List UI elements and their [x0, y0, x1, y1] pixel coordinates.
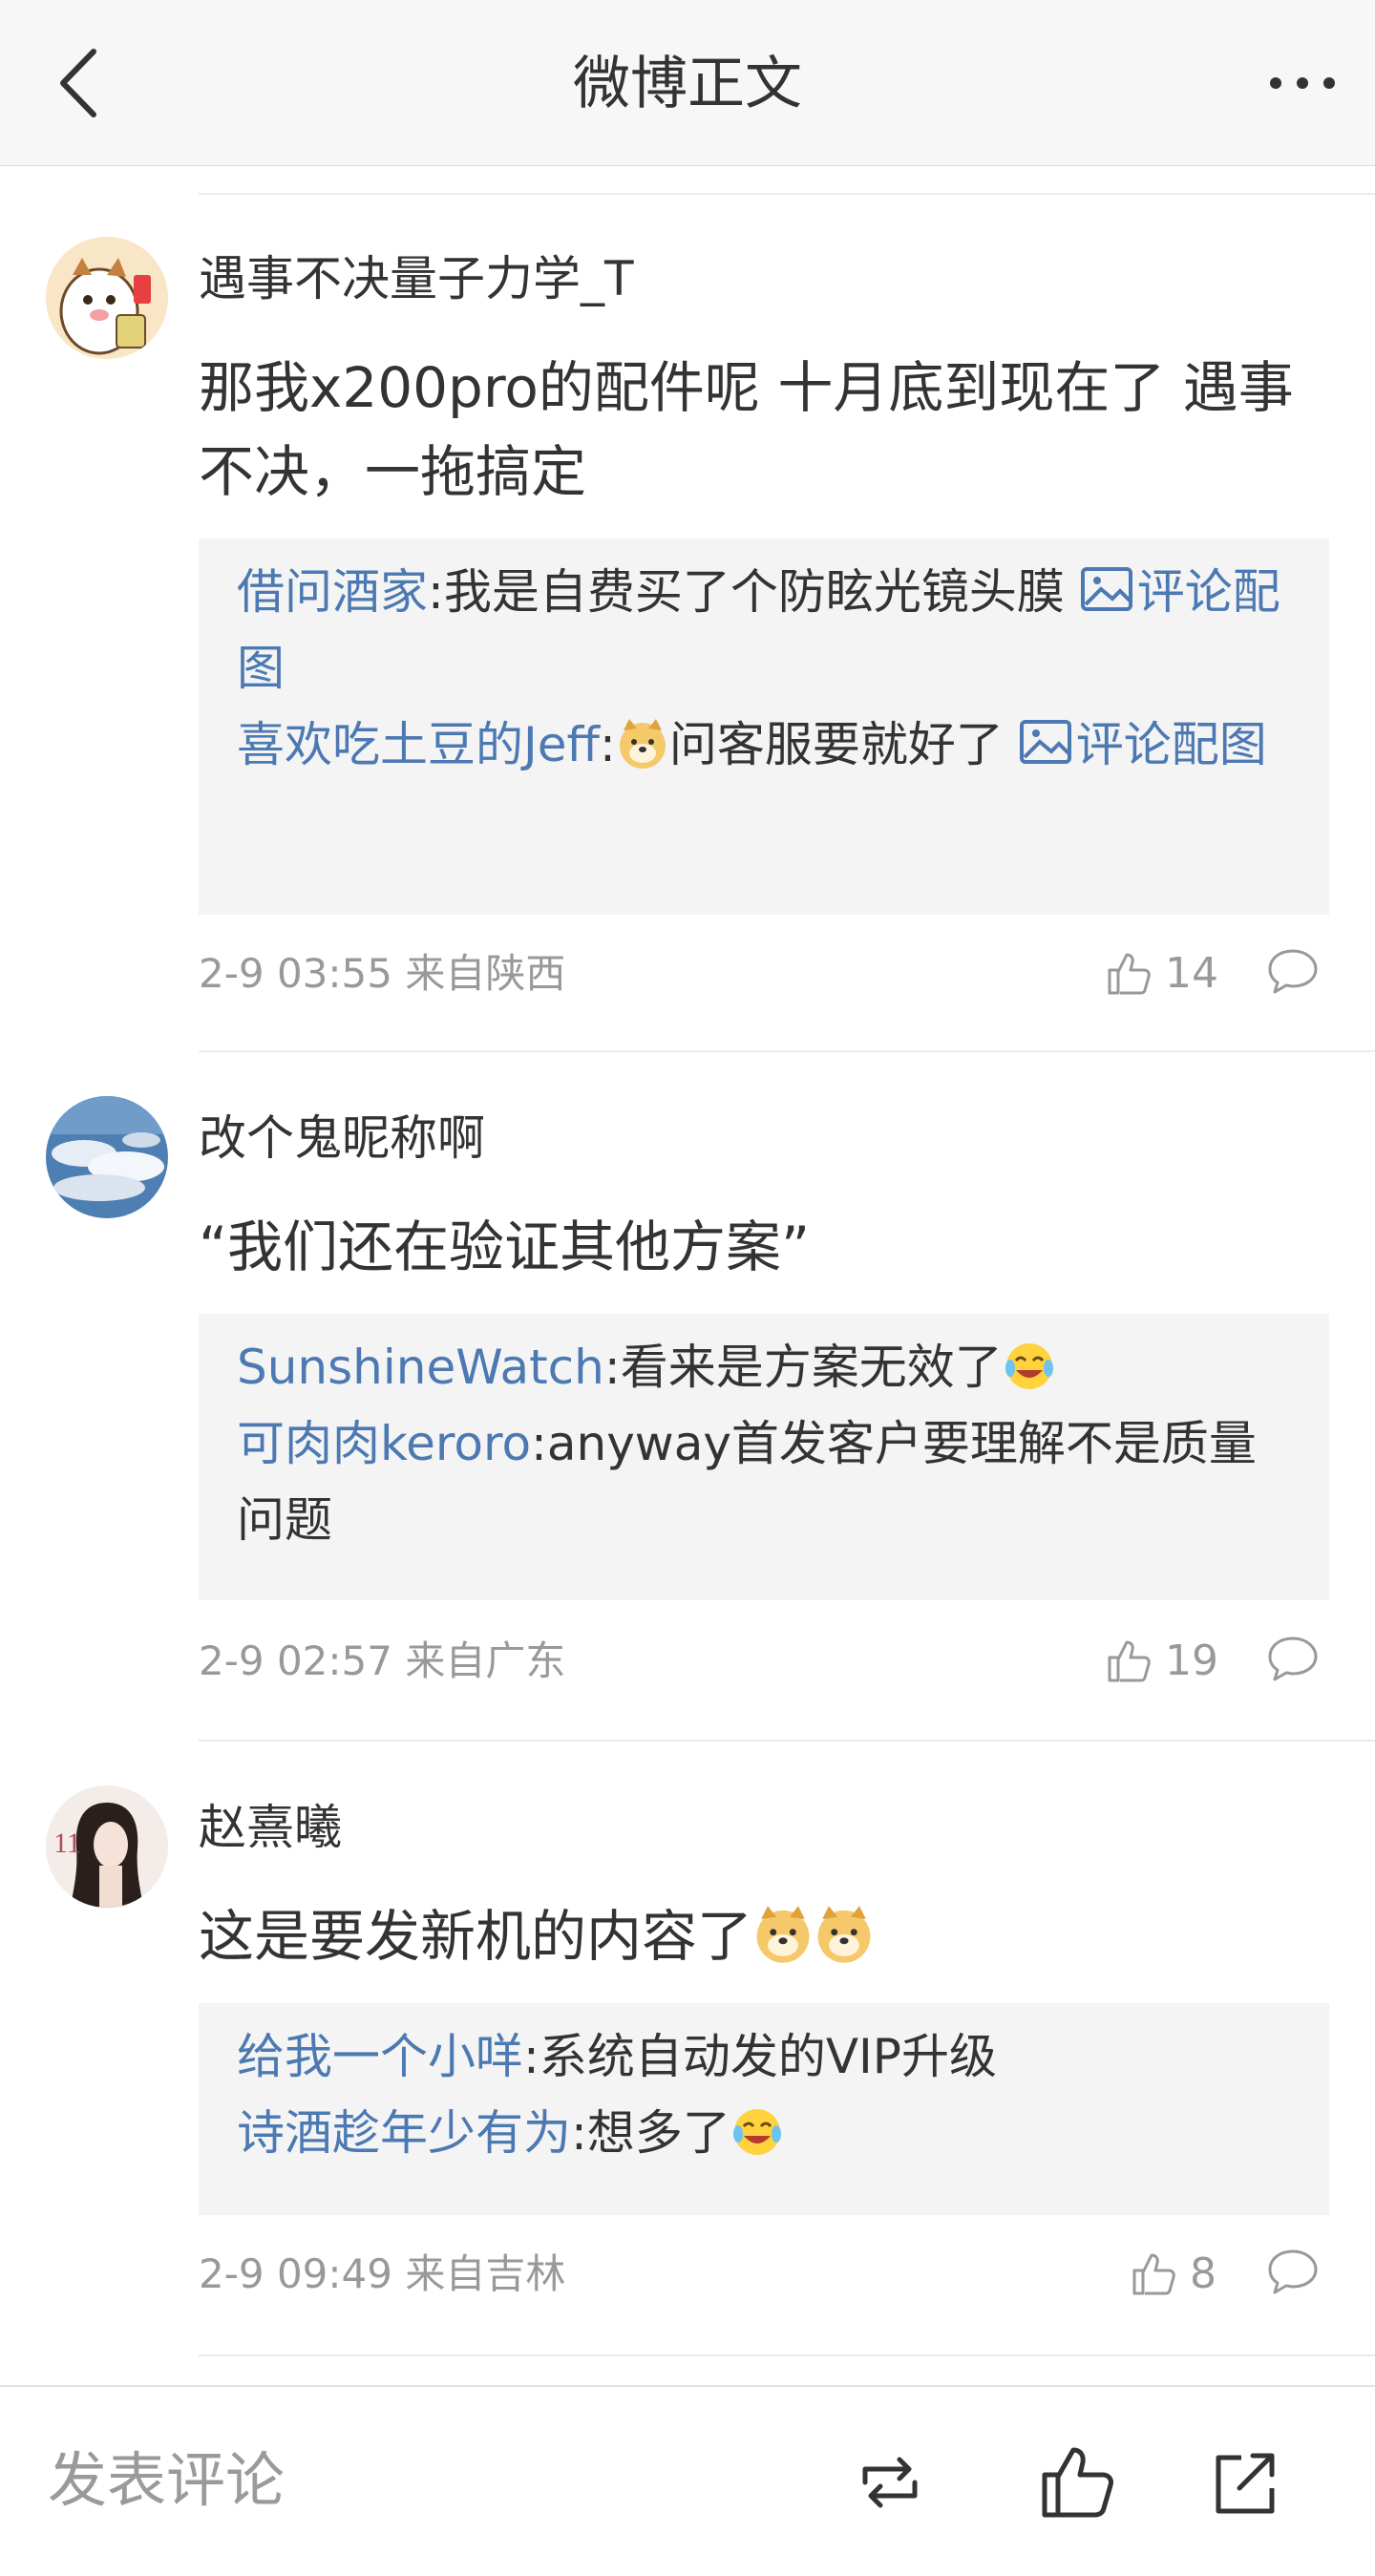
avatar[interactable]: 11 — [46, 1785, 168, 1908]
share-icon — [1216, 2453, 1275, 2514]
comment-text: “我们还在验证其他方案” — [199, 1214, 811, 1279]
repost-button[interactable] — [852, 2444, 928, 2521]
reply-button[interactable] — [1266, 1633, 1323, 1690]
avatar[interactable] — [46, 1096, 168, 1218]
comment-username[interactable]: 改个鬼昵称啊 — [199, 1108, 485, 1169]
reply-box[interactable]: SunshineWatch:看来是方案无效了 可肉肉keroro:anyway首… — [199, 1314, 1329, 1600]
comment-username[interactable]: 赵熹曦 — [199, 1797, 342, 1858]
comment-time: 2-9 03:55 — [199, 950, 392, 997]
like-button[interactable]: 14 — [1106, 945, 1218, 1003]
doge-emoji-icon — [817, 1906, 871, 1963]
comment-text-body: 这是要发新机的内容了 — [199, 1904, 753, 1969]
comment-time: 2-9 09:49 — [199, 2250, 392, 2297]
like-post-button[interactable] — [1039, 2444, 1115, 2521]
reply-text: :看来是方案无效了 — [603, 1340, 1003, 1395]
repost-icon — [862, 2457, 918, 2508]
bottom-action-bar: 发表评论 — [0, 2385, 1375, 2576]
comment-bubble-icon — [1268, 1636, 1318, 1681]
comment-image-link[interactable]: 评论配图 — [1019, 717, 1267, 772]
avatar[interactable] — [46, 237, 168, 359]
reply-button[interactable] — [1266, 945, 1323, 1003]
doge-emoji-icon — [756, 1906, 810, 1963]
divider — [199, 2354, 1375, 2356]
more-dots-icon — [1270, 77, 1335, 89]
reply-text: 问客服要就好了 — [668, 717, 1019, 772]
image-icon — [1080, 567, 1132, 611]
thumbs-up-icon — [1108, 1640, 1151, 1682]
reply-text: :系统自动发的VIP升级 — [523, 2029, 997, 2084]
reply-username[interactable]: 借问酒家 — [237, 564, 428, 620]
comment-meta: 2-9 09:49 来自吉林 — [199, 2246, 565, 2303]
comment-location: 来自吉林 — [405, 2250, 566, 2297]
like-count: 14 — [1165, 949, 1218, 998]
reply-username[interactable]: SunshineWatch — [237, 1340, 604, 1395]
share-button[interactable] — [1207, 2444, 1283, 2521]
page-title: 微博正文 — [573, 51, 802, 117]
reply-text: :想多了 — [571, 2105, 730, 2161]
like-icon — [1042, 2447, 1113, 2518]
comment-bubble-icon — [1268, 2249, 1318, 2294]
reply-box[interactable]: 给我一个小咩:系统自动发的VIP升级 诗酒趁年少有为:想多了 — [199, 2003, 1329, 2215]
reply-username[interactable]: 给我一个小咩 — [237, 2029, 523, 2084]
reply-text: :我是自费买了个防眩光镜头膜 — [428, 564, 1080, 620]
like-count: 19 — [1165, 1636, 1218, 1685]
reply-item[interactable]: 给我一个小咩:系统自动发的VIP升级 — [237, 2018, 1291, 2095]
like-button[interactable]: 19 — [1106, 1633, 1218, 1690]
reply-username[interactable]: 诗酒趁年少有为 — [237, 2105, 571, 2161]
thumbs-up-icon — [1108, 953, 1151, 995]
reply-username[interactable]: 喜欢吃土豆的Jeff — [237, 717, 600, 772]
more-button[interactable] — [1264, 59, 1341, 107]
comment-input[interactable]: 发表评论 — [48, 2440, 285, 2521]
reply-colon: : — [599, 717, 616, 772]
comment-meta: 2-9 03:55 来自陕西 — [199, 945, 565, 1003]
reply-item[interactable]: 诗酒趁年少有为:想多了 — [237, 2095, 1291, 2171]
reply-button[interactable] — [1266, 2246, 1323, 2303]
reply-box[interactable]: 借问酒家:我是自费买了个防眩光镜头膜 评论配图 喜欢吃土豆的Jeff: 问客服要就… — [199, 538, 1329, 915]
comment-location: 来自陕西 — [405, 950, 566, 997]
laugh-cry-emoji-icon — [732, 2109, 781, 2155]
comment-text: 那我x200pro的配件呢 十月底到现在了 遇事不决，一拖搞定 — [199, 355, 1294, 504]
reply-item[interactable]: 喜欢吃土豆的Jeff: 问客服要就好了 评论配图 — [237, 707, 1291, 783]
divider — [199, 1740, 1375, 1742]
avatar-badge: 11 — [53, 1827, 81, 1859]
comment-time: 2-9 02:57 — [199, 1637, 392, 1684]
reply-item[interactable]: 借问酒家:我是自费买了个防眩光镜头膜 评论配图 — [237, 554, 1291, 707]
comment-image-label: 评论配图 — [1075, 717, 1267, 772]
top-navigation-bar: 微博正文 — [0, 0, 1375, 166]
doge-emoji-icon — [619, 719, 666, 769]
reply-item[interactable]: 可肉肉keroro:anyway首发客户要理解不是质量问题 — [237, 1405, 1291, 1558]
comment-location: 来自广东 — [405, 1637, 566, 1684]
comment-username[interactable]: 遇事不决量子力学_T — [199, 248, 634, 309]
reply-username[interactable]: 可肉肉keroro — [237, 1416, 531, 1471]
comment-text: 这是要发新机的内容了 — [199, 1894, 1335, 1978]
laugh-cry-emoji-icon — [1005, 1343, 1053, 1389]
comment-bubble-icon — [1268, 949, 1318, 994]
divider — [199, 193, 1375, 195]
thumbs-up-icon — [1132, 2253, 1175, 2295]
like-count: 8 — [1190, 2249, 1216, 2298]
like-button[interactable]: 8 — [1131, 2246, 1216, 2303]
reply-item[interactable]: SunshineWatch:看来是方案无效了 — [237, 1329, 1291, 1405]
image-icon — [1019, 720, 1071, 764]
divider — [199, 1050, 1375, 1052]
comment-meta: 2-9 02:57 来自广东 — [199, 1633, 565, 1690]
